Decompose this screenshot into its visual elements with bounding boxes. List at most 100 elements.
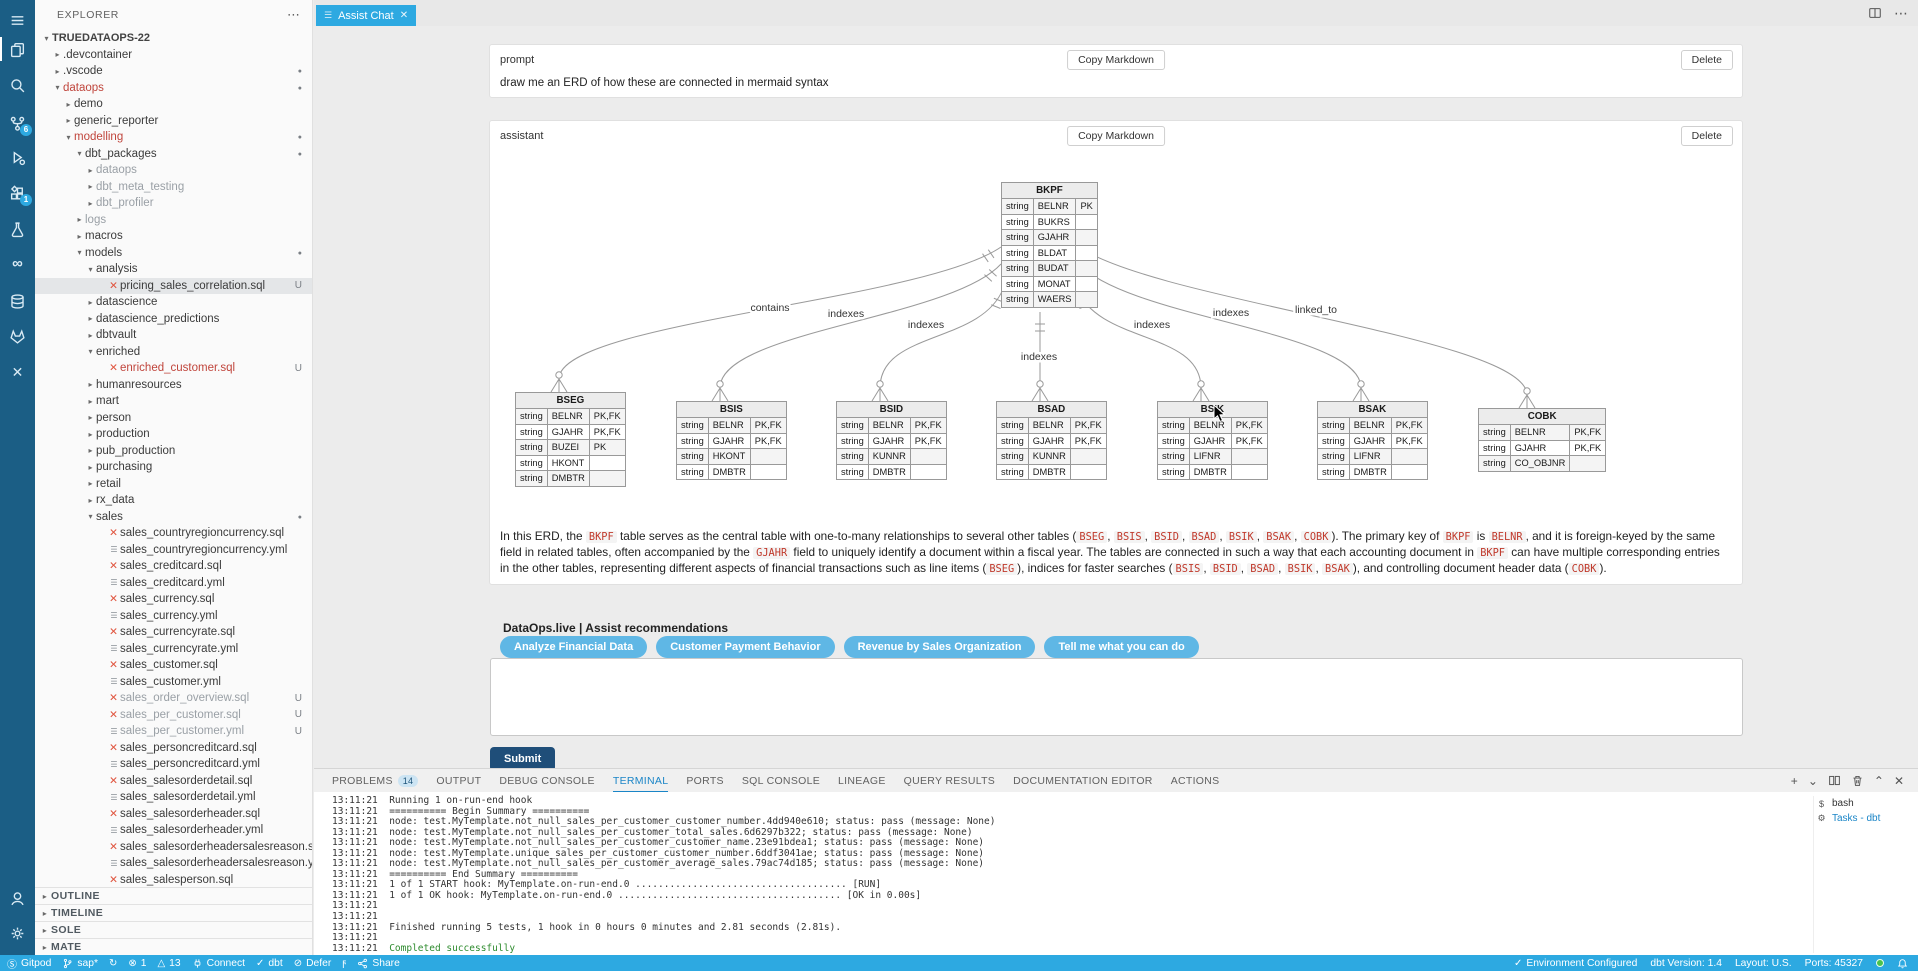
file-sales_order_overview.sql[interactable]: ✕sales_order_overview.sqlU	[35, 690, 312, 707]
panel-tab-sql-console[interactable]: SQL CONSOLE	[742, 769, 820, 792]
file-sales_per_customer.sql[interactable]: ✕sales_per_customer.sqlU	[35, 707, 312, 724]
file-sales_creditcard.sql[interactable]: ✕sales_creditcard.sql	[35, 558, 312, 575]
connect-item[interactable]: Connect	[192, 958, 245, 969]
search-icon[interactable]	[0, 71, 35, 99]
file-pricing_sales_correlation.sql[interactable]: ✕pricing_sales_correlation.sqlU	[35, 278, 312, 295]
run-debug-icon[interactable]	[0, 143, 35, 171]
folder-modelling[interactable]: ▾modelling●	[35, 129, 312, 146]
file-sales_per_customer.yml[interactable]: ☰sales_per_customer.ymlU	[35, 723, 312, 740]
folder-rx_data[interactable]: ▸rx_data	[35, 492, 312, 509]
sync-item[interactable]: ↻	[109, 958, 117, 969]
file-sales_salesorderheader.yml[interactable]: ☰sales_salesorderheader.yml	[35, 822, 312, 839]
warnings-item[interactable]: △13	[157, 958, 180, 969]
recommendation-pill[interactable]: Analyze Financial Data	[500, 636, 647, 658]
gitpod-item[interactable]: ⓈGitpod	[7, 956, 51, 971]
file-sales_countryregioncurrency.sql[interactable]: ✕sales_countryregioncurrency.sql	[35, 525, 312, 542]
folder-logs[interactable]: ▸logs	[35, 212, 312, 229]
file-sales_creditcard.yml[interactable]: ☰sales_creditcard.yml	[35, 575, 312, 592]
infinity-icon[interactable]: ∞	[0, 249, 35, 277]
source-control-icon[interactable]: 6	[0, 109, 35, 137]
recommendation-pill[interactable]: Customer Payment Behavior	[656, 636, 834, 658]
folder-.vscode[interactable]: ▸.vscode●	[35, 63, 312, 80]
dbt-version-item[interactable]: dbt Version: 1.4	[1650, 958, 1722, 969]
database-icon[interactable]	[0, 287, 35, 315]
notifications-item[interactable]	[1897, 958, 1908, 969]
folder-enriched[interactable]: ▾enriched	[35, 344, 312, 361]
delete-button[interactable]: Delete	[1681, 50, 1733, 70]
folder-dataops[interactable]: ▾dataops●	[35, 80, 312, 97]
ellipsis-icon[interactable]: ⋯	[287, 7, 300, 23]
folder-.devcontainer[interactable]: ▸.devcontainer	[35, 47, 312, 64]
trash-icon[interactable]	[1851, 774, 1864, 787]
folder-datascience_predictions[interactable]: ▸datascience_predictions	[35, 311, 312, 328]
sidebar-section-mate[interactable]: ▸MATE	[35, 938, 312, 955]
folder-generic_reporter[interactable]: ▸generic_reporter	[35, 113, 312, 130]
folder-retail[interactable]: ▸retail	[35, 476, 312, 493]
split-editor-icon[interactable]	[1868, 6, 1882, 20]
maximize-panel-icon[interactable]: ⌃	[1874, 774, 1884, 788]
panel-tab-actions[interactable]: ACTIONS	[1171, 769, 1220, 792]
panel-tab-ports[interactable]: PORTS	[686, 769, 723, 792]
test-flask-icon[interactable]	[0, 215, 35, 243]
file-sales_salesorderheadersalesreason.sql[interactable]: ✕sales_salesorderheadersalesreason.sql	[35, 839, 312, 856]
ports-item[interactable]: Ports: 45327	[1805, 958, 1863, 969]
file-sales_personcreditcard.yml[interactable]: ☰sales_personcreditcard.yml	[35, 756, 312, 773]
terminal-entry-bash[interactable]: $bash	[1816, 796, 1912, 811]
panel-tab-problems[interactable]: PROBLEMS14	[332, 769, 418, 792]
folder-purchasing[interactable]: ▸purchasing	[35, 459, 312, 476]
close-panel-icon[interactable]: ✕	[1894, 774, 1904, 788]
explorer-icon[interactable]	[0, 35, 35, 63]
panel-tab-lineage[interactable]: LINEAGE	[838, 769, 886, 792]
folder-production[interactable]: ▸production	[35, 426, 312, 443]
folder-sales[interactable]: ▾sales●	[35, 509, 312, 526]
folder-dbt_profiler[interactable]: ▸dbt_profiler	[35, 195, 312, 212]
recommendation-pill[interactable]: Tell me what you can do	[1044, 636, 1198, 658]
file-sales_salesperson.sql[interactable]: ✕sales_salesperson.sql	[35, 872, 312, 889]
folder-models[interactable]: ▾models●	[35, 245, 312, 262]
panel-tab-terminal[interactable]: TERMINAL	[613, 769, 669, 792]
new-terminal-icon[interactable]: +	[1791, 774, 1798, 788]
close-icon[interactable]: ✕	[400, 10, 408, 21]
chat-input[interactable]	[490, 658, 1743, 736]
folder-analysis[interactable]: ▾analysis	[35, 261, 312, 278]
file-sales_salesorderheadersalesreason.yml[interactable]: ☰sales_salesorderheadersalesreason.yml	[35, 855, 312, 872]
file-sales_salesorderdetail.sql[interactable]: ✕sales_salesorderdetail.sql	[35, 773, 312, 790]
file-enriched_customer.sql[interactable]: ✕enriched_customer.sqlU	[35, 360, 312, 377]
folder-dbtvault[interactable]: ▸dbtvault	[35, 327, 312, 344]
tab-assist-chat[interactable]: ☰ Assist Chat ✕	[316, 5, 416, 26]
split-terminal-icon[interactable]	[1828, 774, 1841, 787]
folder-pub_production[interactable]: ▸pub_production	[35, 443, 312, 460]
folder-humanresources[interactable]: ▸humanresources	[35, 377, 312, 394]
environment-item[interactable]: ✓Environment Configured	[1514, 958, 1637, 969]
folder-mart[interactable]: ▸mart	[35, 393, 312, 410]
branch-item[interactable]: sap*	[62, 958, 98, 969]
folder-dataops[interactable]: ▸dataops	[35, 162, 312, 179]
file-sales_currencyrate.sql[interactable]: ✕sales_currencyrate.sql	[35, 624, 312, 641]
share-item[interactable]: Share	[357, 958, 399, 969]
terminal-output[interactable]: 13:11:21 Running 1 on-run-end hook13:11:…	[332, 796, 1808, 953]
folder-person[interactable]: ▸person	[35, 410, 312, 427]
file-sales_customer.sql[interactable]: ✕sales_customer.sql	[35, 657, 312, 674]
defer-item[interactable]: ⊘Defer	[294, 958, 332, 969]
extensions-icon[interactable]: 1	[0, 179, 35, 207]
sidebar-section-timeline[interactable]: ▸TIMELINE	[35, 904, 312, 921]
more-actions-icon[interactable]: ⋯	[1894, 5, 1908, 22]
file-sales_currency.yml[interactable]: ☰sales_currency.yml	[35, 608, 312, 625]
folder-dbt_packages[interactable]: ▾dbt_packages●	[35, 146, 312, 163]
panel-tab-debug-console[interactable]: DEBUG CONSOLE	[499, 769, 595, 792]
folder-TRUEDATAOPS-22[interactable]: ▾TRUEDATAOPS-22	[35, 30, 312, 47]
file-sales_currencyrate.yml[interactable]: ☰sales_currencyrate.yml	[35, 641, 312, 658]
panel-tab-documentation-editor[interactable]: DOCUMENTATION EDITOR	[1013, 769, 1153, 792]
folder-datascience[interactable]: ▸datascience	[35, 294, 312, 311]
folder-dbt_meta_testing[interactable]: ▸dbt_meta_testing	[35, 179, 312, 196]
folder-macros[interactable]: ▸macros	[35, 228, 312, 245]
file-sales_customer.yml[interactable]: ☰sales_customer.yml	[35, 674, 312, 691]
errors-item[interactable]: ⊗1	[128, 958, 146, 969]
panel-tab-query-results[interactable]: QUERY RESULTS	[904, 769, 995, 792]
file-sales_countryregioncurrency.yml[interactable]: ☰sales_countryregioncurrency.yml	[35, 542, 312, 559]
file-sales_personcreditcard.sql[interactable]: ✕sales_personcreditcard.sql	[35, 740, 312, 757]
sidebar-section-outline[interactable]: ▸OUTLINE	[35, 887, 312, 904]
dbt-item[interactable]: ✓dbt	[256, 958, 283, 969]
submit-button[interactable]: Submit	[490, 747, 555, 768]
folder-demo[interactable]: ▸demo	[35, 96, 312, 113]
